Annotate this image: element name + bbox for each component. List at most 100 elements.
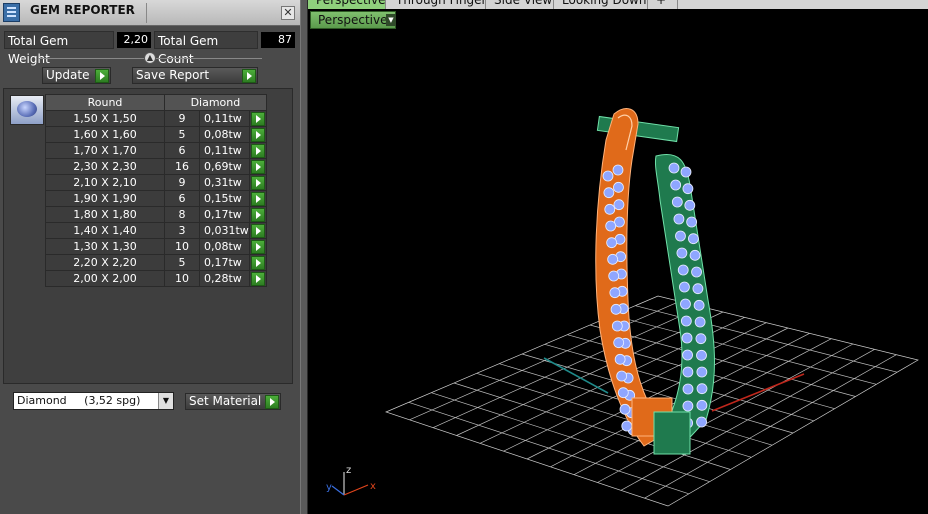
panel-splitter[interactable]	[300, 0, 308, 514]
close-icon[interactable]: ✕	[281, 6, 295, 20]
gem-count-cell: 5	[164, 126, 200, 143]
tab-perspective[interactable]: Perspective	[308, 0, 386, 9]
gem-stone	[693, 299, 705, 311]
row-action-cell[interactable]	[248, 270, 267, 287]
gem-weight-cell: 0,031tw	[199, 222, 250, 239]
gem-stone	[692, 283, 704, 295]
table-row[interactable]: 2,30 X 2,30 16 0,69tw	[45, 158, 267, 175]
gem-stone	[677, 264, 689, 276]
play-arrow-icon[interactable]	[250, 256, 265, 270]
save-report-button-label: Save Report	[136, 68, 210, 82]
play-arrow-icon[interactable]	[250, 144, 265, 158]
tab-side-view[interactable]: Side View	[486, 0, 554, 9]
gem-size-cell: 1,40 X 1,40	[45, 222, 165, 239]
gem-weight-cell: 0,15tw	[199, 190, 250, 207]
gem-stone	[619, 403, 631, 415]
3d-viewport[interactable]: z x y Perspective Through Finger Side Vi…	[308, 0, 928, 514]
row-action-cell[interactable]	[248, 126, 267, 143]
gem-stone	[681, 332, 693, 344]
gem-stone	[608, 270, 620, 282]
set-material-button-label: Set Material	[189, 394, 262, 408]
gem-weight-cell: 0,11tw	[199, 142, 250, 159]
tab-through-finger[interactable]: Through Finger	[388, 0, 487, 9]
panel-titlebar: GEM REPORTER ✕	[0, 0, 300, 26]
gem-size-cell: 1,90 X 1,90	[45, 190, 165, 207]
row-action-cell[interactable]	[248, 174, 267, 191]
round-diamond-gem-icon[interactable]	[10, 95, 44, 125]
gem-count-cell: 6	[164, 142, 200, 159]
add-tab-icon[interactable]: +	[648, 0, 678, 9]
row-action-cell[interactable]	[248, 142, 267, 159]
gem-count-cell: 3	[164, 222, 200, 239]
play-arrow-icon[interactable]	[250, 192, 265, 206]
collapse-toggle-icon[interactable]: ▲	[144, 52, 156, 64]
gem-stone	[614, 353, 626, 365]
play-arrow-icon[interactable]	[250, 176, 265, 190]
gem-stone	[682, 400, 694, 412]
play-arrow-icon[interactable]	[250, 128, 265, 142]
gem-stone	[682, 383, 694, 395]
table-row[interactable]: 1,70 X 1,70 6 0,11tw	[45, 142, 267, 159]
round-column-header: Round	[45, 94, 165, 111]
play-arrow-icon[interactable]	[250, 224, 265, 238]
play-arrow-icon	[95, 69, 109, 83]
row-action-cell[interactable]	[248, 158, 267, 175]
play-arrow-icon[interactable]	[250, 160, 265, 174]
gem-stone	[680, 298, 691, 310]
gem-weight-cell: 0,28tw	[199, 270, 250, 287]
play-arrow-icon[interactable]	[250, 240, 265, 254]
gem-size-cell: 1,60 X 1,60	[45, 126, 165, 143]
row-action-cell[interactable]	[248, 222, 267, 239]
gem-stone	[684, 199, 696, 211]
table-row[interactable]: 2,20 X 2,20 5 0,17tw	[45, 254, 267, 271]
chevron-down-icon[interactable]: ▼	[386, 14, 396, 26]
x-axis-line	[711, 373, 805, 412]
material-select[interactable]: Diamond (3,52 spg) ▼	[13, 392, 174, 410]
table-row[interactable]: 1,30 X 1,30 10 0,08tw	[45, 238, 267, 255]
set-material-button[interactable]: Set Material	[185, 393, 281, 410]
gem-stone	[673, 213, 685, 225]
gem-stone	[612, 164, 624, 176]
panel-title: GEM REPORTER	[30, 3, 135, 17]
gem-count-cell: 10	[164, 238, 200, 255]
gem-stone	[675, 230, 686, 242]
gem-stone	[613, 337, 625, 349]
tab-looking-down[interactable]: Looking Down	[554, 0, 648, 9]
table-row[interactable]: 2,10 X 2,10 9 0,31tw	[45, 174, 267, 191]
table-row[interactable]: 1,60 X 1,60 5 0,08tw	[45, 126, 267, 143]
play-arrow-icon[interactable]	[250, 208, 265, 222]
y-axis-label: y	[326, 482, 332, 493]
gem-stone	[603, 187, 615, 199]
gem-size-cell: 1,70 X 1,70	[45, 142, 165, 159]
row-action-cell[interactable]	[248, 238, 267, 255]
play-arrow-icon[interactable]	[250, 272, 265, 286]
gem-size-cell: 2,30 X 2,30	[45, 158, 165, 175]
gem-stone	[621, 420, 633, 432]
gem-stone	[605, 220, 617, 232]
table-row[interactable]: 1,50 X 1,50 9 0,11tw	[45, 110, 267, 127]
row-action-cell[interactable]	[248, 110, 267, 127]
gem-stone	[686, 216, 698, 228]
update-button[interactable]: Update	[42, 67, 111, 84]
row-action-cell[interactable]	[248, 254, 267, 271]
diamond-column-header: Diamond	[164, 94, 267, 111]
ring-base-green	[653, 411, 691, 455]
table-row[interactable]: 1,40 X 1,40 3 0,031tw	[45, 222, 267, 239]
view-mode-dropdown[interactable]: Perspective ▼	[310, 11, 396, 29]
ring-3d-scene[interactable]: z x y	[308, 0, 928, 514]
gem-stone	[687, 233, 699, 245]
gem-count-cell: 16	[164, 158, 200, 175]
table-row[interactable]: 1,90 X 1,90 6 0,15tw	[45, 190, 267, 207]
play-arrow-icon[interactable]	[250, 112, 265, 126]
table-row[interactable]: 2,00 X 2,00 10 0,28tw	[45, 270, 267, 287]
gem-size-cell: 1,30 X 1,30	[45, 238, 165, 255]
table-row[interactable]: 1,80 X 1,80 8 0,17tw	[45, 206, 267, 223]
gem-size-cell: 2,20 X 2,20	[45, 254, 165, 271]
save-report-button[interactable]: Save Report	[132, 67, 258, 84]
row-action-cell[interactable]	[248, 190, 267, 207]
chevron-down-icon[interactable]: ▼	[158, 393, 173, 409]
gem-stone	[696, 349, 707, 361]
gem-weight-cell: 0,08tw	[199, 238, 250, 255]
title-divider	[146, 3, 147, 23]
row-action-cell[interactable]	[248, 206, 267, 223]
